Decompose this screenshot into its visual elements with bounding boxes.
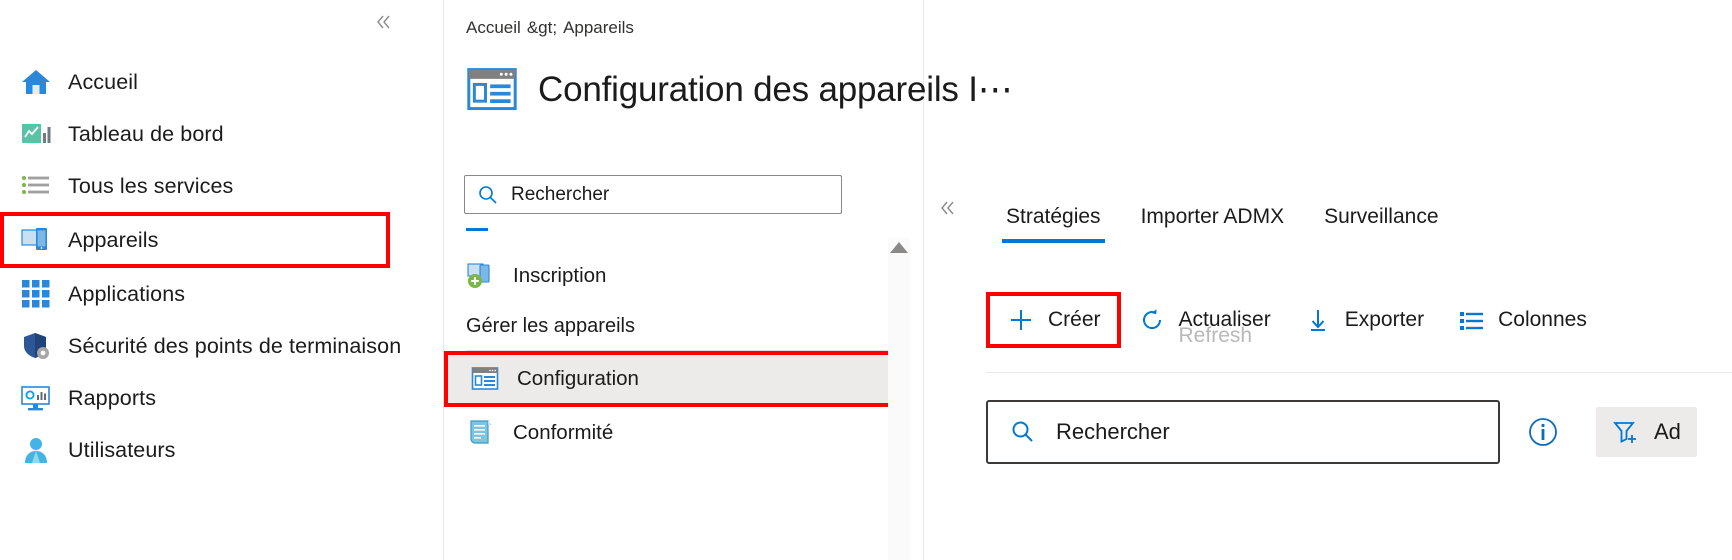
content-search-box[interactable]: Rechercher [986, 400, 1500, 464]
tab-label: Surveillance [1324, 205, 1439, 228]
content-divider [986, 372, 1732, 373]
menu-accent-dash [466, 228, 488, 231]
export-button[interactable]: Exporter [1287, 294, 1440, 346]
menu-group-header: Gérer les appareils [466, 314, 635, 337]
sidebar-item-appareils[interactable]: Appareils [0, 212, 390, 268]
content-panel: Configuration des appareils I⋯ Stratégie… [467, 0, 1732, 560]
filter-add-icon [1612, 418, 1642, 446]
download-arrow-icon [1303, 305, 1333, 335]
search-input[interactable]: Rechercher [511, 184, 609, 206]
refresh-button[interactable]: Refresh Actualiser [1121, 294, 1287, 347]
info-circle-icon[interactable] [1526, 415, 1560, 449]
columns-list-icon [1456, 305, 1486, 335]
sidebar-item-rapports[interactable]: Rapports [0, 372, 444, 424]
page-header: Configuration des appareils I⋯ [464, 62, 1504, 118]
chevron-double-left-icon[interactable] [937, 198, 957, 224]
columns-button-label: Colonnes [1498, 308, 1587, 331]
content-tabs: Stratégies Importer ADMX Surveillance [986, 205, 1459, 243]
refresh-icon [1137, 305, 1167, 335]
sidebar-item-label: Applications [68, 281, 186, 306]
sidebar-item-label: Tous les services [68, 173, 234, 198]
search-icon [477, 184, 501, 206]
chevron-double-left-icon[interactable] [369, 8, 397, 36]
sidebar-item-accueil[interactable]: Accueil [0, 56, 444, 108]
sidebar-item-utilisateurs[interactable]: Utilisateurs [0, 424, 444, 476]
apps-grid-icon [18, 276, 54, 312]
refresh-button-label: Actualiser [1178, 308, 1271, 331]
menu-item-inscription[interactable]: Inscription [444, 250, 902, 302]
export-button-label: Exporter [1344, 308, 1425, 331]
plus-icon [1006, 305, 1036, 335]
menu-item-label: Inscription [513, 264, 607, 287]
all-services-icon [18, 168, 54, 204]
page-title: Configuration des appareils I⋯ [538, 70, 1013, 109]
sidebar-item-label: Rapports [68, 385, 157, 410]
left-nav-list: Accueil Tableau de bord Tous les service… [0, 56, 444, 476]
device-configuration-icon [464, 62, 520, 118]
breadcrumb-home[interactable]: Accueil [466, 18, 521, 37]
devices-icon [18, 222, 54, 258]
sidebar-item-tous-les-services[interactable]: Tous les services [0, 160, 444, 212]
sidebar-item-tableau-de-bord[interactable]: Tableau de bord [0, 108, 444, 160]
menu-item-label: Conformité [513, 421, 614, 444]
sidebar-item-label: Sécurité des points de terminaison [68, 333, 402, 358]
reports-monitor-icon [18, 380, 54, 416]
device-configuration-icon [470, 364, 500, 394]
left-navigation-panel: Accueil Tableau de bord Tous les service… [0, 0, 444, 560]
search-input[interactable]: Rechercher [1056, 419, 1170, 445]
command-bar: Créer Refresh Actualiser Exporter Colonn… [986, 292, 1603, 348]
create-button-label: Créer [1048, 308, 1101, 331]
menu-item-conformite[interactable]: Conformité [444, 407, 902, 459]
enrollment-icon [466, 261, 496, 291]
add-filter-label: Ad [1654, 419, 1681, 444]
sidebar-item-label: Appareils [68, 227, 159, 252]
tab-label: Importer ADMX [1140, 205, 1285, 228]
sidebar-item-label: Accueil [68, 69, 139, 94]
compliance-document-icon [466, 418, 496, 448]
sidebar-item-applications[interactable]: Applications [0, 268, 444, 320]
shield-gear-icon [18, 328, 54, 364]
home-icon [18, 64, 54, 100]
breadcrumb-current[interactable]: Appareils [563, 18, 634, 37]
filter-row: Rechercher Ad [986, 400, 1732, 464]
breadcrumb-separator: &gt; [526, 18, 558, 37]
columns-button[interactable]: Colonnes [1440, 294, 1603, 346]
menu-scrollbar[interactable] [888, 238, 910, 560]
create-button[interactable]: Créer [986, 292, 1121, 348]
tab-importer-admx[interactable]: Importer ADMX [1121, 205, 1305, 243]
sidebar-item-securite-des-points-de-terminaison[interactable]: Sécurité des points de terminaison [0, 320, 444, 372]
breadcrumb: Accueil &gt; Appareils [466, 18, 634, 38]
user-icon [18, 432, 54, 468]
menu-item-label: Configuration [517, 367, 639, 390]
search-icon [1010, 419, 1038, 445]
dashboard-icon [18, 116, 54, 152]
app-root: Accueil Tableau de bord Tous les service… [0, 0, 1732, 560]
tab-label: Stratégies [1006, 205, 1101, 228]
scroll-up-arrow-icon[interactable] [890, 242, 908, 253]
add-filter-button[interactable]: Ad [1596, 407, 1697, 457]
tab-surveillance[interactable]: Surveillance [1304, 205, 1458, 243]
service-menu-list: Inscription Gérer les appareils Configur… [444, 250, 902, 459]
tab-strategies[interactable]: Stratégies [986, 205, 1121, 243]
sidebar-item-label: Utilisateurs [68, 437, 176, 462]
menu-item-configuration[interactable]: Configuration [444, 351, 900, 407]
sidebar-item-label: Tableau de bord [68, 121, 224, 146]
service-menu-search-box[interactable]: Rechercher [464, 175, 842, 214]
